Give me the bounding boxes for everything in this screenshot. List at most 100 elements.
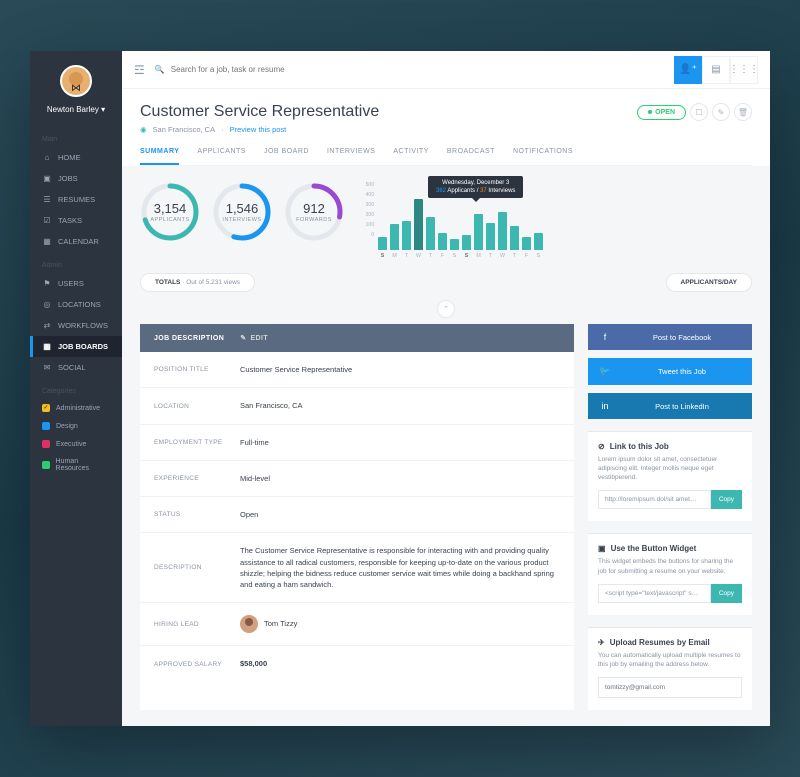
tab-activity[interactable]: ACTIVITY [393,148,429,165]
copy-widget-button[interactable]: Copy [711,584,742,603]
bar[interactable] [378,237,387,250]
category-color-icon [42,461,50,469]
share-twitter-button[interactable]: 🐦Tweet this Job [588,358,752,385]
stat-badges: TOTALS · Out of 5,231 views APPLICANTS/D… [140,273,752,292]
workflows-icon: ⇄ [42,321,52,330]
bar[interactable] [498,212,507,250]
bar[interactable] [438,233,447,250]
sidebar-item-home[interactable]: ⌂HOME [30,147,122,168]
jobs-icon: ▣ [42,174,52,183]
app-window: Newton Barley ▾ Main ⌂HOME▣JOBS☰RESUMES☑… [30,51,770,726]
bar[interactable] [450,239,459,250]
bar[interactable] [474,214,483,250]
share-linkedin-button[interactable]: inPost to LinkedIn [588,393,752,419]
page-header: Customer Service Representative ◉ San Fr… [122,89,770,166]
top-actions: 👤⁺ ▤ ⋮⋮⋮ [674,56,758,84]
sidebar-item-social[interactable]: ✉SOCIAL [30,357,122,378]
category-color-icon: ✓ [42,404,50,412]
category-design[interactable]: Design [30,417,122,435]
bookmark-icon[interactable]: ☐ [690,103,708,121]
card-header: JOB DESCRIPTION ✎EDIT [140,324,574,352]
sidebar-item-locations[interactable]: ◎LOCATIONS [30,294,122,315]
collapse-button[interactable]: ⌃ [437,300,455,318]
resumes-icon: ☰ [42,195,52,204]
tab-applicants[interactable]: APPLICANTS [197,148,246,165]
preview-link[interactable]: Preview this post [230,125,287,134]
bar[interactable] [414,199,423,251]
tab-job-board[interactable]: JOB BOARD [264,148,309,165]
location-icon: ◉ [140,125,147,134]
search[interactable]: 🔍 [155,65,664,74]
tab-broadcast[interactable]: BROADCAST [447,148,495,165]
link-url-input[interactable] [598,490,711,509]
calendar-icon: ▦ [42,237,52,246]
job-row-location: LOCATIONSan Francisco, CA [140,388,574,424]
gauge-interviews: 1,546INTERVIEWS [212,182,272,259]
header-actions: OPEN ☐ ✎ 🗑 [637,103,752,121]
job-row-employment: EMPLOYMENT TYPEFull-time [140,425,574,461]
avatar [60,65,92,97]
send-icon: ✈ [598,638,605,647]
add-user-button[interactable]: 👤⁺ [674,56,702,84]
widget-section: ▣Use the Button Widget This widget embed… [588,533,752,614]
totals-badge: TOTALS · Out of 5,231 views [140,273,255,292]
bar[interactable] [390,224,399,250]
tab-notifications[interactable]: NOTIFICATIONS [513,148,573,165]
gauges: 3,154APPLICANTS1,546INTERVIEWS912FORWARD… [140,182,344,259]
copy-link-button[interactable]: Copy [711,490,742,509]
sidebar-item-workflows[interactable]: ⇄WORKFLOWS [30,315,122,336]
home-icon: ⌂ [42,153,52,162]
tab-summary[interactable]: SUMMARY [140,148,179,165]
gauge-forwards: 912FORWARDS [284,182,344,259]
bar[interactable] [486,223,495,250]
category-color-icon [42,440,50,448]
profile[interactable]: Newton Barley ▾ [30,51,122,126]
job-row-hiring-lead: HIRING LEADTom Tizzy [140,603,574,646]
bar[interactable] [534,233,543,250]
share-facebook-button[interactable]: fPost to Facebook [588,324,752,350]
calendar-icon-button[interactable]: ▤ [702,56,730,84]
users-icon: ⚑ [42,279,52,288]
email-section: ✈Upload Resumes by Email You can automat… [588,627,752,710]
bar[interactable] [462,235,471,251]
chart-title-badge: APPLICANTS/DAY [666,273,752,292]
email-input[interactable] [598,677,742,698]
category-color-icon [42,422,50,430]
sidebar-item-tasks[interactable]: ☑TASKS [30,210,122,231]
chevron-down-icon: ▾ [101,105,105,114]
tab-interviews[interactable]: INTERVIEWS [327,148,375,165]
gauge-applicants: 3,154APPLICANTS [140,182,200,259]
search-icon: 🔍 [155,65,165,74]
category-administrative[interactable]: ✓Administrative [30,399,122,417]
job-row-salary: APPROVED SALARY$58,000 [140,646,574,681]
sidebar-item-calendar[interactable]: ▦CALENDAR [30,231,122,252]
sidebar-item-resumes[interactable]: ☰RESUMES [30,189,122,210]
main: ☲ 🔍 👤⁺ ▤ ⋮⋮⋮ Customer Service Representa… [122,51,770,726]
bar[interactable] [426,217,435,251]
bar[interactable] [522,237,531,250]
hiring-lead-avatar [240,615,258,633]
bar[interactable] [402,221,411,250]
social-icon: ✉ [42,363,52,372]
edit-icon[interactable]: ✎ [712,103,730,121]
menu-toggle-icon[interactable]: ☲ [134,63,145,77]
tab-edit[interactable]: ✎EDIT [240,334,268,342]
nav-section-main: Main [30,126,122,147]
twitter-icon: 🐦 [598,366,612,377]
sidebar-item-jobs[interactable]: ▣JOBS [30,168,122,189]
sidebar-item-users[interactable]: ⚑USERS [30,273,122,294]
job-row-position-title: POSITION TITLECustomer Service Represent… [140,352,574,388]
grid-icon-button[interactable]: ⋮⋮⋮ [730,56,758,84]
category-executive[interactable]: Executive [30,435,122,453]
bar[interactable] [510,226,519,251]
page-subtitle: ◉ San Francisco, CA · Preview this post [140,125,379,134]
trash-icon[interactable]: 🗑 [734,103,752,121]
status-badge[interactable]: OPEN [637,105,686,120]
sidebar-item-job-boards[interactable]: ▦JOB BOARDS [30,336,122,357]
tab-job-description[interactable]: JOB DESCRIPTION [154,334,224,342]
widget-icon: ▣ [598,544,606,553]
category-human-resources[interactable]: Human Resources [30,453,122,477]
widget-code-input[interactable] [598,584,711,603]
nav-section-admin: Admin [30,252,122,273]
search-input[interactable] [171,65,664,74]
